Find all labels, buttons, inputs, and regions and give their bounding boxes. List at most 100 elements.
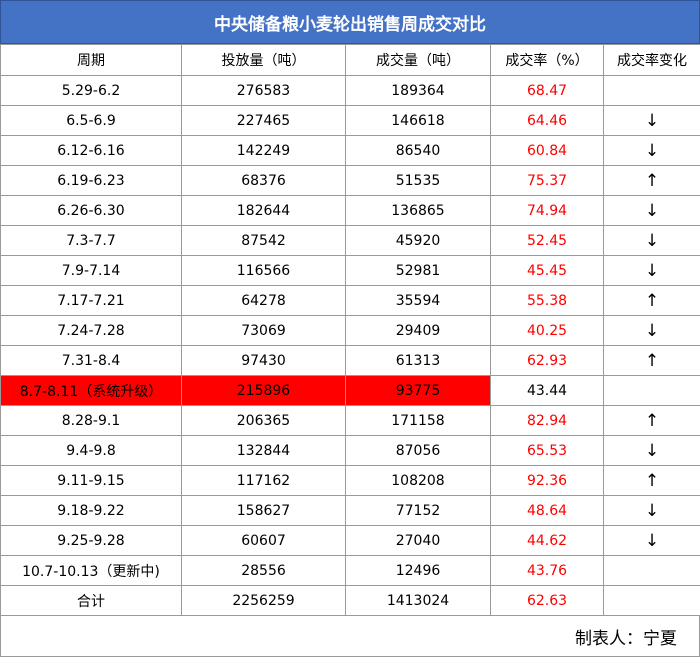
cell-supply: 206365 <box>181 405 346 436</box>
cell-supply: 132844 <box>181 435 346 466</box>
cell-supply: 64278 <box>181 285 346 316</box>
cell-volume: 146618 <box>345 105 491 136</box>
header-row: 周期 投放量（吨） 成交量（吨） 成交率（%） 成交率变化 <box>0 44 700 76</box>
cell-change <box>603 75 700 106</box>
cell-period: 6.19-6.23 <box>0 165 182 196</box>
cell-volume: 77152 <box>345 495 491 526</box>
cell-rate: 45.45 <box>490 255 604 286</box>
header-change: 成交率变化 <box>603 44 700 76</box>
cell-change: ↓ <box>603 195 700 226</box>
header-rate: 成交率（%） <box>490 44 604 76</box>
table-row: 9.4-9.8 132844 87056 65.53 ↓ <box>0 435 700 466</box>
cell-rate: 64.46 <box>490 105 604 136</box>
cell-rate: 74.94 <box>490 195 604 226</box>
cell-supply: 60607 <box>181 525 346 556</box>
table-row: 7.24-7.28 73069 29409 40.25 ↓ <box>0 315 700 346</box>
table-row: 9.25-9.28 60607 27040 44.62 ↓ <box>0 525 700 556</box>
cell-volume: 12496 <box>345 555 491 586</box>
cell-period: 7.31-8.4 <box>0 345 182 376</box>
cell-period: 6.26-6.30 <box>0 195 182 226</box>
table-author: 制表人：宁夏 <box>0 616 700 657</box>
cell-period: 6.5-6.9 <box>0 105 182 136</box>
cell-supply: 87542 <box>181 225 346 256</box>
cell-rate: 82.94 <box>490 405 604 436</box>
cell-change: ↓ <box>603 495 700 526</box>
wheat-sales-table: 周期 投放量（吨） 成交量（吨） 成交率（%） 成交率变化 5.29-6.2 27… <box>0 44 700 616</box>
cell-rate: 52.45 <box>490 225 604 256</box>
header-period: 周期 <box>0 44 182 76</box>
cell-volume: 1413024 <box>345 585 491 616</box>
table-row: 9.18-9.22 158627 77152 48.64 ↓ <box>0 495 700 526</box>
table-row: 6.5-6.9 227465 146618 64.46 ↓ <box>0 105 700 136</box>
cell-volume: 52981 <box>345 255 491 286</box>
cell-volume: 189364 <box>345 75 491 106</box>
header-volume: 成交量（吨） <box>345 44 491 76</box>
cell-period: 10.7-10.13（更新中) <box>0 555 182 586</box>
table-row: 8.28-9.1 206365 171158 82.94 ↑ <box>0 405 700 436</box>
cell-supply: 2256259 <box>181 585 346 616</box>
cell-rate: 62.93 <box>490 345 604 376</box>
cell-rate: 40.25 <box>490 315 604 346</box>
cell-supply: 68376 <box>181 165 346 196</box>
cell-rate: 48.64 <box>490 495 604 526</box>
cell-volume: 93775 <box>345 375 491 406</box>
cell-volume: 45920 <box>345 225 491 256</box>
cell-change: ↑ <box>603 405 700 436</box>
cell-period: 9.11-9.15 <box>0 465 182 496</box>
table-title: 中央储备粮小麦轮出销售周成交对比 <box>0 0 700 44</box>
cell-rate: 65.53 <box>490 435 604 466</box>
cell-period: 合计 <box>0 585 182 616</box>
cell-rate: 92.36 <box>490 465 604 496</box>
cell-rate: 75.37 <box>490 165 604 196</box>
data-sheet: 中央储备粮小麦轮出销售周成交对比 周期 投放量（吨） 成交量（吨） 成交率（%）… <box>0 0 700 668</box>
cell-period: 6.12-6.16 <box>0 135 182 166</box>
cell-volume: 29409 <box>345 315 491 346</box>
cell-supply: 73069 <box>181 315 346 346</box>
cell-change: ↓ <box>603 105 700 136</box>
cell-supply: 215896 <box>181 375 346 406</box>
cell-rate: 43.44 <box>490 375 604 406</box>
cell-volume: 86540 <box>345 135 491 166</box>
cell-change: ↑ <box>603 465 700 496</box>
cell-volume: 51535 <box>345 165 491 196</box>
cell-change <box>603 375 700 406</box>
table-row: 6.12-6.16 142249 86540 60.84 ↓ <box>0 135 700 166</box>
cell-supply: 117162 <box>181 465 346 496</box>
cell-rate: 44.62 <box>490 525 604 556</box>
cell-rate: 55.38 <box>490 285 604 316</box>
table-row: 7.17-7.21 64278 35594 55.38 ↑ <box>0 285 700 316</box>
cell-period: 9.18-9.22 <box>0 495 182 526</box>
cell-supply: 227465 <box>181 105 346 136</box>
table-row: 6.26-6.30 182644 136865 74.94 ↓ <box>0 195 700 226</box>
cell-volume: 171158 <box>345 405 491 436</box>
cell-period: 9.4-9.8 <box>0 435 182 466</box>
cell-supply: 158627 <box>181 495 346 526</box>
table-row: 合计 2256259 1413024 62.63 <box>0 585 700 616</box>
table-row: 10.7-10.13（更新中) 28556 12496 43.76 <box>0 555 700 586</box>
cell-period: 7.9-7.14 <box>0 255 182 286</box>
cell-volume: 61313 <box>345 345 491 376</box>
cell-supply: 142249 <box>181 135 346 166</box>
cell-period: 7.17-7.21 <box>0 285 182 316</box>
cell-volume: 136865 <box>345 195 491 226</box>
cell-period: 5.29-6.2 <box>0 75 182 106</box>
cell-change: ↑ <box>603 345 700 376</box>
cell-supply: 28556 <box>181 555 346 586</box>
cell-change <box>603 585 700 616</box>
cell-supply: 97430 <box>181 345 346 376</box>
cell-change: ↓ <box>603 525 700 556</box>
cell-volume: 108208 <box>345 465 491 496</box>
cell-change: ↓ <box>603 135 700 166</box>
table-row: 8.7-8.11（系统升级） 215896 93775 43.44 <box>0 375 700 406</box>
cell-change: ↓ <box>603 315 700 346</box>
cell-change: ↑ <box>603 165 700 196</box>
cell-supply: 276583 <box>181 75 346 106</box>
table-row: 9.11-9.15 117162 108208 92.36 ↑ <box>0 465 700 496</box>
cell-period: 8.7-8.11（系统升级） <box>0 375 182 406</box>
cell-volume: 35594 <box>345 285 491 316</box>
cell-volume: 27040 <box>345 525 491 556</box>
cell-change: ↓ <box>603 225 700 256</box>
cell-rate: 60.84 <box>490 135 604 166</box>
cell-period: 7.24-7.28 <box>0 315 182 346</box>
cell-volume: 87056 <box>345 435 491 466</box>
